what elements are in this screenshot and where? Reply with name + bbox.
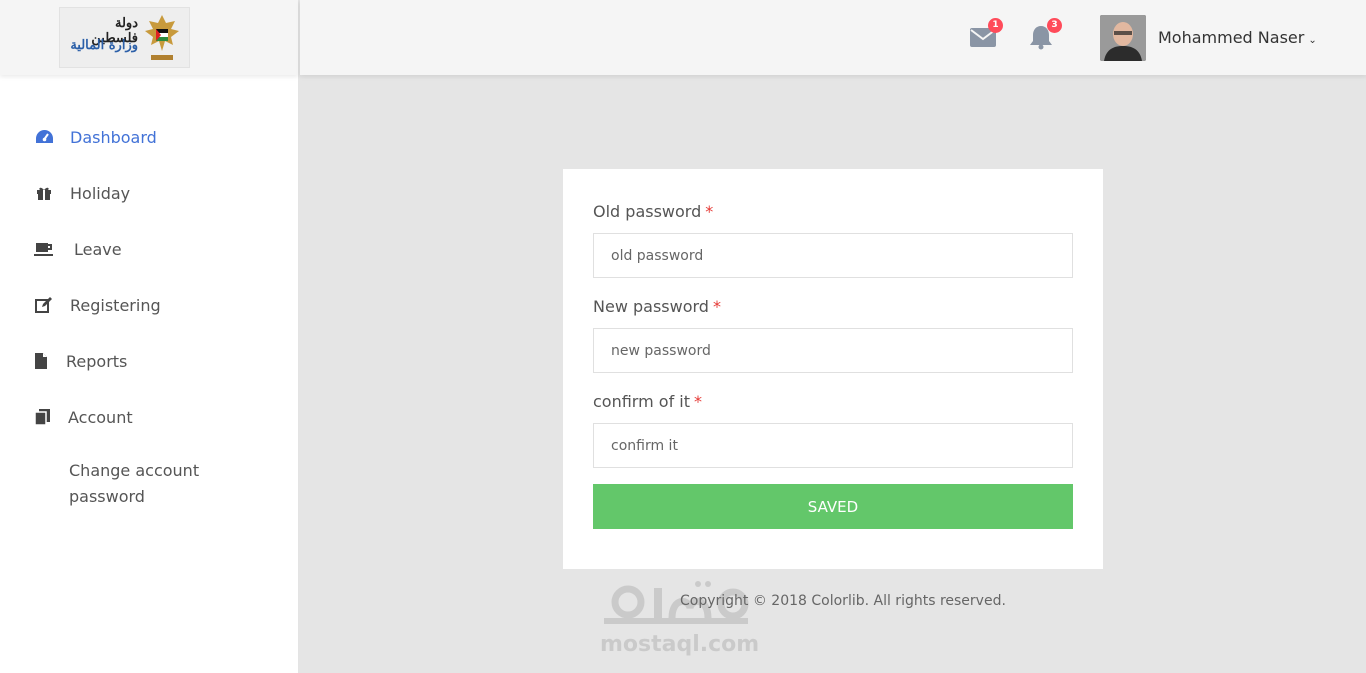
sidebar-item-dashboard[interactable]: Dashboard <box>34 122 157 152</box>
sidebar-subitem-change-password[interactable]: Change account password <box>69 458 249 510</box>
user-name: Mohammed Naser <box>1158 28 1305 47</box>
user-menu-toggle[interactable]: Mohammed Naser ⌄ <box>1158 28 1317 47</box>
top-header: 1 3 Mohammed Naser ⌄ <box>300 0 1366 75</box>
new-password-label: New password * <box>593 297 721 316</box>
sidebar-item-holiday[interactable]: Holiday <box>34 178 130 208</box>
new-password-input[interactable] <box>593 328 1073 373</box>
old-password-label-text: Old password <box>593 202 702 221</box>
old-password-label: Old password * <box>593 202 713 221</box>
sidebar: دولة فلسطين وزارة المالية Dashboard Holi… <box>0 0 299 673</box>
dashboard-icon <box>34 127 54 147</box>
file-icon <box>34 351 48 371</box>
new-password-label-text: New password <box>593 297 709 316</box>
copyright-text: Copyright © 2018 Colorlib. All rights re… <box>680 593 1006 609</box>
notification-count-badge: 3 <box>1047 18 1062 33</box>
mail-button[interactable]: 1 <box>969 18 1003 50</box>
watermark: mostaql.com <box>598 578 778 662</box>
sidebar-item-label: Dashboard <box>70 127 157 147</box>
sidebar-item-leave[interactable]: Leave <box>34 234 122 264</box>
user-photo-icon <box>1100 15 1146 61</box>
ministry-logo[interactable]: دولة فلسطين وزارة المالية <box>59 7 190 68</box>
save-button[interactable]: SAVED <box>593 484 1073 529</box>
copy-icon <box>34 407 50 427</box>
sidebar-item-label: Leave <box>74 239 122 259</box>
sidebar-item-label: Account <box>68 407 133 427</box>
change-password-card: Old password * New password * confirm of i… <box>563 169 1103 569</box>
avatar[interactable] <box>1100 15 1146 61</box>
confirm-password-label: confirm of it * <box>593 392 702 411</box>
required-mark: * <box>705 202 714 221</box>
sidebar-item-label: Holiday <box>70 183 131 203</box>
mail-count-badge: 1 <box>988 18 1003 33</box>
confirm-password-input[interactable] <box>593 423 1073 468</box>
required-mark: * <box>694 392 702 411</box>
old-password-input[interactable] <box>593 233 1073 278</box>
confirm-password-label-text: confirm of it <box>593 392 690 411</box>
logo-area: دولة فلسطين وزارة المالية <box>0 0 298 75</box>
sidebar-item-account[interactable]: Account <box>34 402 133 432</box>
required-mark: * <box>712 297 721 316</box>
sidebar-item-label: Reports <box>66 351 128 371</box>
edit-icon <box>34 295 54 315</box>
eagle-emblem-icon <box>145 15 179 60</box>
chevron-down-icon: ⌄ <box>1308 35 1317 46</box>
gift-icon <box>34 183 54 203</box>
sidebar-item-reports[interactable]: Reports <box>34 346 127 376</box>
logo-line2: وزارة المالية <box>70 38 138 53</box>
sidebar-item-registering[interactable]: Registering <box>34 290 161 320</box>
watermark-text: mostaql.com <box>600 632 760 657</box>
notifications-button[interactable]: 3 <box>1028 18 1062 50</box>
sidebar-item-label: Registering <box>70 295 161 315</box>
coffee-cup-icon <box>34 239 54 259</box>
